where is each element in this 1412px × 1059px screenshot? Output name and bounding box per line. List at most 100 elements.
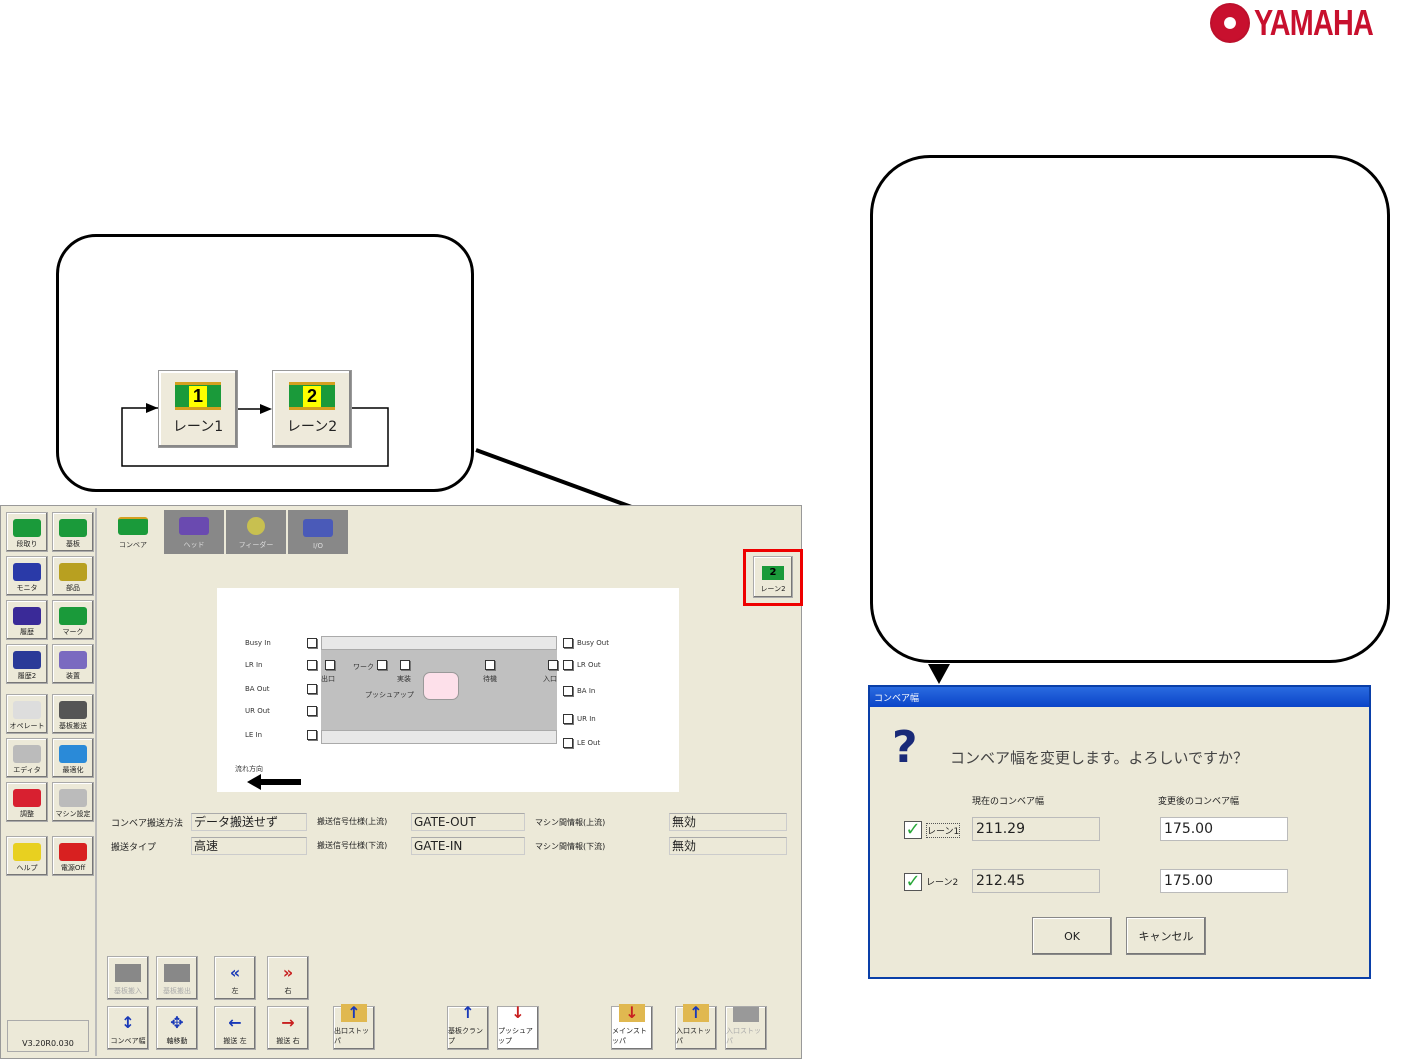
clamp-icon: ↑: [461, 1003, 475, 1022]
exit-label: 出口: [321, 675, 335, 683]
sidebar-item-label: 履歴: [20, 628, 34, 636]
mount-sensor: [400, 660, 410, 670]
conveyor-width-button[interactable]: ↕ コンベア幅: [107, 1006, 149, 1050]
sidebar-item[interactable]: 電源Off: [52, 836, 94, 876]
lane2-number: 2: [302, 385, 321, 407]
sidebar-item[interactable]: 基板搬送: [52, 694, 94, 734]
sidebar-icon: [13, 519, 41, 537]
type-label: 搬送タイプ: [111, 843, 157, 853]
entry-stopper-2-button[interactable]: 入口ストッパ: [725, 1006, 767, 1050]
entry-sensor: [548, 660, 558, 670]
pushup-label: プッシュアップ: [365, 691, 414, 699]
sidebar-item[interactable]: エディタ: [6, 738, 48, 778]
main-stopper-button[interactable]: ↓ メインストッパ: [611, 1004, 653, 1050]
sidebar-item[interactable]: マーク: [52, 600, 94, 640]
signal-indicator: [563, 638, 573, 648]
sidebar-item[interactable]: 履歴: [6, 600, 48, 640]
tab-head[interactable]: ヘッド: [164, 510, 224, 554]
sidebar-icon: [59, 607, 87, 625]
axis-move-button[interactable]: ✥ 軸移動: [156, 1006, 198, 1050]
button-label: 基板搬入: [114, 987, 142, 995]
dialog-title: コンベア幅: [870, 687, 1369, 707]
button-label: 出口ストッパ: [334, 1027, 369, 1045]
comm-down-value: 無効: [669, 837, 787, 855]
tab-conveyor[interactable]: コンベア: [103, 510, 163, 554]
board-in-button[interactable]: 基板搬入: [107, 956, 149, 1000]
button-label: 搬送 左: [223, 1037, 247, 1045]
current-width-header: 現在のコンベア幅: [972, 797, 1045, 807]
lane-switch-button[interactable]: 2 レーン2: [753, 556, 793, 598]
lane1-checkbox[interactable]: ✓: [904, 821, 922, 839]
signal-label: Busy Out: [577, 639, 609, 647]
sidebar-item-label: 段取り: [16, 540, 38, 548]
sidebar-icon: [59, 651, 87, 669]
lane2-label: レーン2: [926, 878, 959, 888]
exit-sensor: [325, 660, 335, 670]
sidebar-icon: [13, 745, 41, 763]
signal-label: Busy In: [245, 639, 271, 647]
pushup-button[interactable]: ↓ プッシュアップ: [497, 1004, 539, 1050]
lane1-number: 1: [188, 385, 207, 407]
convey-right-button[interactable]: → 搬送 右: [267, 1006, 309, 1050]
tab-io[interactable]: I/O: [288, 510, 348, 554]
button-label: メインストッパ: [612, 1027, 647, 1045]
tab-feeder[interactable]: フィーダー: [226, 510, 286, 554]
sidebar-icon: [59, 563, 87, 581]
sidebar-item[interactable]: 部品: [52, 556, 94, 596]
button-label: 入口ストッパ: [676, 1027, 711, 1045]
sidebar-item[interactable]: 段取り: [6, 512, 48, 552]
lane1-label: レーン1: [926, 823, 961, 838]
board-out-button[interactable]: 基板搬出: [156, 956, 198, 1000]
button-label: 基板クランプ: [448, 1027, 483, 1045]
button-label: コンベア幅: [110, 1037, 146, 1045]
ok-button[interactable]: OK: [1032, 917, 1112, 955]
conveyor-width-dialog: コンベア幅 ? コンベア幅を変更します。よろしいですか？ 現在のコンベア幅 変更…: [868, 685, 1371, 979]
lane2-button[interactable]: 2 レーン2: [272, 370, 352, 448]
sidebar-item[interactable]: 履歴2: [6, 644, 48, 684]
sidebar-item[interactable]: 基板: [52, 512, 94, 552]
signal-label: UR Out: [245, 707, 270, 715]
button-label: 軸移動: [166, 1037, 188, 1045]
sidebar-item-label: オペレート: [9, 722, 45, 730]
lane2-checkbox[interactable]: ✓: [904, 873, 922, 891]
signal-indicator: [307, 706, 317, 716]
sidebar-icon: [13, 843, 41, 861]
sidebar-item-label: 電源Off: [60, 864, 86, 872]
exit-stopper-button[interactable]: ↑ 出口ストッパ: [333, 1004, 375, 1050]
cancel-button[interactable]: キャンセル: [1126, 917, 1206, 955]
double-right-arrow-icon: »: [282, 963, 294, 982]
sidebar-item[interactable]: マシン設定: [52, 782, 94, 822]
stopper-icon: ↑: [683, 1004, 709, 1022]
sidebar-item-label: マーク: [62, 628, 84, 636]
mount-label: 実装: [397, 675, 411, 683]
entry-stopper-button[interactable]: ↑ 入口ストッパ: [675, 1004, 717, 1050]
sidebar-item[interactable]: 装置: [52, 644, 94, 684]
app-window: 段取り 基板 モニタ 部品 履歴 マーク 履歴2 装置 オペレート 基板搬送 エディタ 最適化 調整 マシ…: [0, 505, 803, 1059]
convey-left-button[interactable]: ← 搬送 左: [214, 1006, 256, 1050]
tab-label: フィーダー: [238, 541, 274, 549]
sidebar-item[interactable]: オペレート: [6, 694, 48, 734]
sig-down-value: GATE-IN: [411, 837, 525, 855]
signal-label: BA In: [577, 687, 596, 695]
lane1-new-width-input[interactable]: 175.00: [1160, 817, 1288, 841]
sidebar-item[interactable]: ヘルプ: [6, 836, 48, 876]
right-button[interactable]: » 右: [267, 956, 309, 1000]
sig-down-label: 搬送信号仕様(下流): [317, 841, 388, 850]
sidebar-item[interactable]: 調整: [6, 782, 48, 822]
flow-direction-label: 流れ方向: [235, 765, 263, 773]
clamp-button[interactable]: ↑ 基板クランプ: [447, 1003, 489, 1050]
signal-label: LE In: [245, 731, 263, 739]
sidebar-item[interactable]: 最適化: [52, 738, 94, 778]
signal-indicator: [563, 686, 573, 696]
left-button[interactable]: «左: [214, 956, 256, 1000]
sidebar-icon: [13, 607, 41, 625]
comm-up-label: マシン間情報(上流): [535, 818, 606, 827]
signal-label: LE Out: [577, 739, 601, 747]
lane1-button[interactable]: 1 レーン1: [158, 370, 238, 448]
sidebar-item-label: 基板搬送: [59, 722, 87, 730]
sidebar-item[interactable]: モニタ: [6, 556, 48, 596]
type-value: 高速: [191, 837, 307, 855]
comm-down-label: マシン間情報(下流): [535, 842, 606, 851]
lane2-new-width-input[interactable]: 175.00: [1160, 869, 1288, 893]
lane2-label: レーン2: [286, 419, 338, 435]
